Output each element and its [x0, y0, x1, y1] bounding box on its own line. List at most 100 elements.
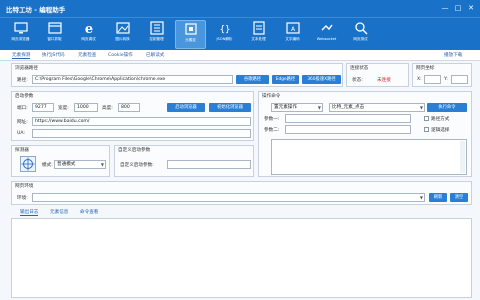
encoding-icon: A: [285, 22, 300, 34]
tab-right-link[interactable]: 播放下载: [444, 52, 462, 58]
crosshair-target-icon[interactable]: [20, 156, 36, 172]
main-content: 浏览器路径 路径: C:\Program Files\Google\Chrome…: [0, 61, 480, 300]
web-env-group: 网页环境 环境: ▼ 刷新 清空: [11, 181, 472, 205]
tab-element-detect[interactable]: 元素探测: [12, 52, 31, 59]
tab-element-check[interactable]: 元素检查: [78, 52, 96, 58]
custom-params-group: 自定义启动参数 自定义启动参数:: [114, 145, 254, 177]
360-path-button[interactable]: 360极速X路径: [302, 75, 341, 84]
operation-type-value: 置元素操作: [274, 105, 297, 110]
action-select[interactable]: 比特_元素_点击 ▼: [329, 103, 425, 112]
path-mode-label: 路径方式: [431, 117, 450, 122]
group-title: 网页环境: [15, 184, 34, 189]
toolbar-item-web-debug[interactable]: e 网页调试: [73, 20, 104, 49]
toolbar-item-web-test[interactable]: 网页测试: [345, 20, 376, 49]
operation-type-select[interactable]: 置元素操作 ▼: [271, 103, 323, 112]
tab-cookie[interactable]: Cookie操作: [108, 52, 133, 58]
start-browser-button[interactable]: 启动浏览器: [167, 103, 205, 112]
width-input[interactable]: 1000: [74, 103, 98, 112]
close-button[interactable]: ✕: [466, 3, 476, 13]
tab-output-log[interactable]: 输出日志: [20, 209, 39, 216]
path-label: 路径:: [17, 78, 28, 83]
tab-exec-js[interactable]: 执行JS代码: [42, 52, 65, 58]
chevron-down-icon: ▼: [419, 105, 423, 110]
ua-label: UA:: [17, 131, 25, 136]
action-value: 比特_元素_点击: [332, 105, 365, 110]
command-output-area[interactable]: [271, 139, 467, 175]
element-locator-icon: [184, 23, 197, 35]
x-coordinate-input[interactable]: [424, 75, 441, 84]
status-label: 状态:: [352, 78, 363, 83]
group-title: 自定义启动参数: [118, 148, 151, 153]
toolbar-item-text[interactable]: 文本处理: [243, 20, 274, 49]
group-title: 启动参数: [15, 94, 34, 99]
group-title: 探测器: [15, 148, 29, 153]
chrome-path-button[interactable]: 谷歌路径: [236, 75, 269, 84]
page-coords-group: 网页坐标 X: Y:: [412, 63, 472, 87]
custom-params-input[interactable]: [167, 160, 251, 169]
group-title: 操作命令: [262, 94, 281, 99]
width-label: 宽度:: [58, 106, 69, 111]
monitor-icon: [13, 22, 28, 34]
tab-command-view[interactable]: 命令查看: [80, 209, 98, 215]
toolbar-item-image-convert[interactable]: 图片转换: [107, 20, 138, 49]
scrollbar[interactable]: [460, 141, 465, 173]
execute-command-button[interactable]: 执行命令: [427, 103, 467, 112]
height-label: 高度:: [102, 106, 113, 111]
app-window: 比特工坊 - 编程助手 — □ ✕ 网页浏览器 窗口抓取 e 网页调试 图片转换…: [0, 0, 480, 300]
operation-group: 操作命令 置元素操作 ▼ 比特_元素_点击 ▼ 执行命令 参数一: 路径方式 参数二…: [258, 91, 472, 177]
chevron-down-icon: ▼: [100, 162, 104, 167]
logic-select-checkbox[interactable]: [424, 127, 429, 132]
toolbar-item-encoding[interactable]: A 文字编码: [277, 20, 308, 49]
edge-path-button[interactable]: Edge路径: [272, 75, 299, 84]
env-label: 环境:: [17, 196, 28, 201]
minimize-button[interactable]: —: [440, 3, 450, 13]
toolbar-label: 网页浏览器: [11, 37, 30, 41]
main-toolbar: 网页浏览器 窗口抓取 e 网页调试 图片转换 控制管理 元素定 {} JSON解…: [0, 17, 480, 50]
detector-mode-select[interactable]: 普通模式 ▼: [54, 160, 106, 169]
height-input[interactable]: 800: [118, 103, 140, 112]
toolbar-item-control[interactable]: 控制管理: [141, 20, 172, 49]
toolbar-label: 文字编码: [285, 37, 300, 41]
y-label: Y:: [444, 77, 448, 82]
port-input[interactable]: 9277: [32, 103, 54, 112]
x-label: X:: [417, 77, 422, 82]
tab-element-info[interactable]: 元素信息: [50, 209, 68, 215]
env-select[interactable]: ▼: [32, 193, 425, 202]
toolbar-item-element-locator[interactable]: 元素定: [175, 20, 206, 49]
toolbar-item-window-capture[interactable]: 窗口抓取: [39, 20, 70, 49]
toolbar-label: JSON解析: [216, 37, 233, 41]
toolbar-item-json[interactable]: {} JSON解析: [209, 20, 240, 49]
logic-select-label: 逻辑选择: [431, 128, 450, 133]
ie-browser-icon: e: [84, 22, 92, 35]
path-mode-checkbox[interactable]: [424, 116, 429, 121]
toolbar-label: Websocket: [316, 37, 337, 41]
tab-parsed[interactable]: 已解读式: [146, 52, 164, 58]
group-title: 连接状态: [350, 66, 369, 71]
y-coordinate-input[interactable]: [451, 75, 468, 84]
websocket-icon: [321, 24, 333, 31]
param2-input[interactable]: [285, 125, 411, 134]
ua-input[interactable]: [32, 129, 251, 138]
url-input[interactable]: https://www.baidu.com/: [32, 117, 251, 126]
port-label: 端口:: [17, 106, 28, 111]
toolbar-item-browser[interactable]: 网页浏览器: [5, 20, 36, 49]
toolbar-item-websocket[interactable]: Websocket: [311, 20, 342, 49]
chevron-down-icon: ▼: [419, 195, 423, 200]
control-panel-icon: [149, 21, 164, 35]
search-icon: [354, 22, 368, 35]
param2-label: 参数二:: [264, 128, 280, 133]
toolbar-label: 网页调试: [81, 37, 96, 41]
toolbar-label: 文本处理: [251, 37, 266, 41]
detector-group: 探测器 模式: 普通模式 ▼: [11, 145, 110, 177]
param1-label: 参数一:: [264, 117, 280, 122]
param1-input[interactable]: [285, 114, 411, 123]
refresh-button[interactable]: 刷新: [429, 193, 447, 202]
detector-mode-value: 普通模式: [57, 162, 76, 167]
init-browser-button[interactable]: 初始化浏览器: [209, 103, 251, 112]
browser-path-input[interactable]: C:\Program Files\Google\Chrome\Applicati…: [32, 75, 233, 84]
custom-params-label: 自定义启动参数:: [120, 163, 154, 168]
maximize-button[interactable]: □: [453, 3, 463, 13]
log-output-area[interactable]: [11, 218, 472, 298]
svg-text:A: A: [290, 26, 295, 33]
clear-button[interactable]: 清空: [450, 193, 468, 202]
